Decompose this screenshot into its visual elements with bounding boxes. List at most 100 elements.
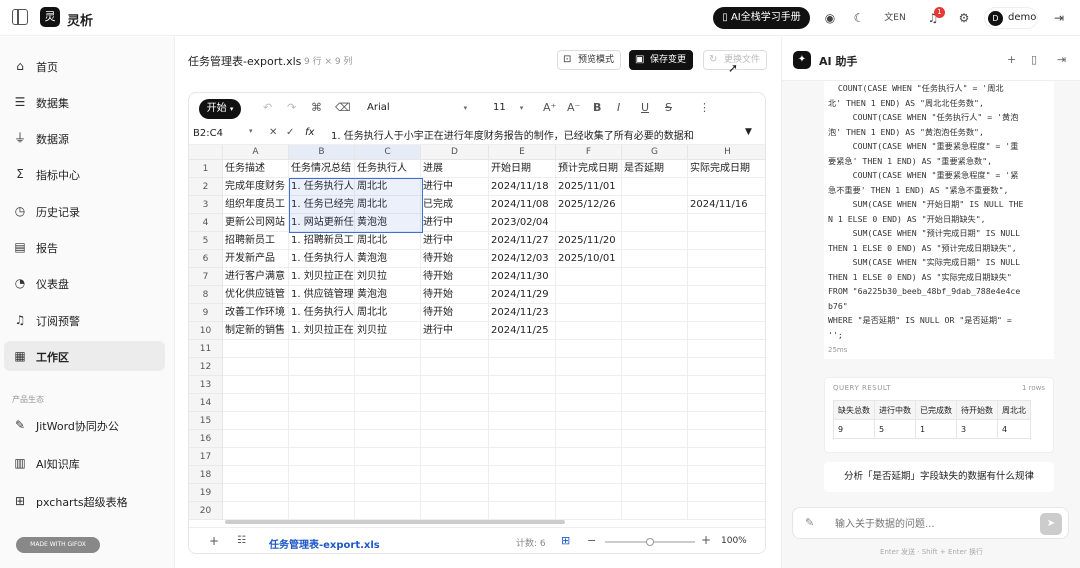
add-sheet-icon[interactable]: + (209, 534, 219, 548)
redo-icon[interactable]: ↷ (287, 101, 296, 114)
table-cell[interactable] (688, 376, 765, 394)
strikethrough-icon[interactable]: S (665, 101, 672, 114)
sidebar-toggle-icon[interactable] (12, 9, 28, 25)
column-header[interactable]: E (489, 145, 556, 160)
table-cell[interactable] (289, 412, 355, 430)
gear-icon[interactable]: ⚙ (956, 10, 972, 26)
table-cell[interactable] (489, 412, 556, 430)
table-cell[interactable] (688, 394, 765, 412)
table-cell[interactable] (556, 268, 622, 286)
document-icon[interactable]: ▯ (1031, 53, 1037, 66)
table-cell[interactable] (688, 304, 765, 322)
table-cell[interactable] (223, 412, 289, 430)
table-cell[interactable] (622, 214, 688, 232)
zoom-slider-handle[interactable] (646, 538, 654, 546)
table-cell[interactable] (421, 466, 489, 484)
table-cell[interactable] (421, 376, 489, 394)
sidebar-item-dashboard[interactable]: ◔ 仪表盘 (4, 268, 165, 298)
row-header[interactable]: 3 (189, 196, 223, 214)
table-cell[interactable]: 任务执行人 (355, 160, 421, 178)
row-header[interactable]: 11 (189, 340, 223, 358)
decrease-font-icon[interactable]: A⁻ (567, 101, 580, 114)
table-cell[interactable] (421, 484, 489, 502)
row-header[interactable]: 15 (189, 412, 223, 430)
clear-format-icon[interactable]: ⌫ (335, 101, 351, 114)
sidebar-item-jitword[interactable]: ✎ JitWord协同办公 (4, 410, 165, 440)
table-cell[interactable] (289, 376, 355, 394)
table-cell[interactable]: 1. 任务执行人 (289, 304, 355, 322)
table-cell[interactable] (688, 340, 765, 358)
table-cell[interactable] (223, 358, 289, 376)
table-cell[interactable]: 组织年度员工 (223, 196, 289, 214)
github-icon[interactable]: ◉ (822, 10, 838, 26)
table-cell[interactable]: 制定新的销售 (223, 322, 289, 340)
table-cell[interactable]: 1. 任务已经完 (289, 196, 355, 214)
row-header[interactable]: 7 (189, 268, 223, 286)
table-cell[interactable]: 2024/12/03 (489, 250, 556, 268)
table-cell[interactable] (622, 376, 688, 394)
table-cell[interactable] (355, 466, 421, 484)
table-cell[interactable] (421, 340, 489, 358)
table-cell[interactable] (289, 466, 355, 484)
language-button[interactable]: 文EN (882, 10, 908, 26)
italic-icon[interactable]: I (617, 101, 620, 114)
table-cell[interactable] (421, 502, 489, 520)
table-cell[interactable]: 2024/11/27 (489, 232, 556, 250)
table-cell[interactable] (355, 448, 421, 466)
table-cell[interactable] (489, 502, 556, 520)
table-cell[interactable] (289, 502, 355, 520)
row-header[interactable]: 4 (189, 214, 223, 232)
table-cell[interactable] (489, 448, 556, 466)
table-cell[interactable] (556, 502, 622, 520)
user-menu[interactable]: D demo (984, 7, 1038, 29)
table-cell[interactable] (622, 268, 688, 286)
table-cell[interactable] (355, 412, 421, 430)
sidebar-item-metrics[interactable]: Σ 指标中心 (4, 159, 165, 189)
ai-course-button[interactable]: ▯ AI全栈学习手册 (713, 7, 810, 29)
table-cell[interactable]: 2024/11/18 (489, 178, 556, 196)
save-button[interactable]: ▣ 保存变更 (629, 50, 694, 70)
table-cell[interactable] (622, 232, 688, 250)
table-cell[interactable] (622, 340, 688, 358)
table-cell[interactable] (688, 214, 765, 232)
table-cell[interactable]: 1. 供应链管理 (289, 286, 355, 304)
cell-reference[interactable]: B2:C4 (193, 128, 223, 139)
table-cell[interactable]: 2024/11/30 (489, 268, 556, 286)
table-cell[interactable] (355, 340, 421, 358)
font-size-select[interactable]: 11 ▾ (493, 102, 523, 113)
table-cell[interactable] (688, 448, 765, 466)
chat-input[interactable] (835, 514, 1025, 534)
table-cell[interactable] (355, 484, 421, 502)
table-cell[interactable] (489, 394, 556, 412)
table-cell[interactable] (688, 286, 765, 304)
table-cell[interactable]: 2025/11/20 (556, 232, 622, 250)
row-header[interactable]: 20 (189, 502, 223, 520)
row-header[interactable]: 8 (189, 286, 223, 304)
column-header[interactable]: B (289, 145, 355, 160)
table-cell[interactable]: 改善工作环境 (223, 304, 289, 322)
table-cell[interactable] (556, 304, 622, 322)
table-cell[interactable]: 2025/12/26 (556, 196, 622, 214)
table-cell[interactable]: 1. 刘贝拉正在 (289, 268, 355, 286)
table-cell[interactable]: 待开始 (421, 268, 489, 286)
table-cell[interactable] (489, 358, 556, 376)
table-cell[interactable] (289, 430, 355, 448)
table-cell[interactable]: 周北北 (355, 196, 421, 214)
cell-grid[interactable]: A B C D E F G H 1 任务描述 任务情况总结 任务执行人 进展 开始日期 预计完成日期 是否延期… (189, 145, 765, 527)
table-cell[interactable] (489, 340, 556, 358)
row-header[interactable]: 10 (189, 322, 223, 340)
sidebar-item-workspace[interactable]: ▦ 工作区 (4, 341, 165, 371)
table-cell[interactable] (489, 376, 556, 394)
column-header[interactable]: H (688, 145, 765, 160)
table-cell[interactable]: 周北北 (355, 232, 421, 250)
sidebar-item-history[interactable]: ◷ 历史记录 (4, 196, 165, 226)
sidebar-item-datasource[interactable]: ⏚ 数据源 (4, 123, 165, 153)
attach-icon[interactable]: ✎ (805, 516, 814, 529)
table-cell[interactable]: 开始日期 (489, 160, 556, 178)
row-header[interactable]: 16 (189, 430, 223, 448)
table-cell[interactable]: 2024/11/29 (489, 286, 556, 304)
table-cell[interactable]: 进展 (421, 160, 489, 178)
table-cell[interactable] (556, 466, 622, 484)
table-cell[interactable] (289, 484, 355, 502)
table-cell[interactable] (622, 502, 688, 520)
